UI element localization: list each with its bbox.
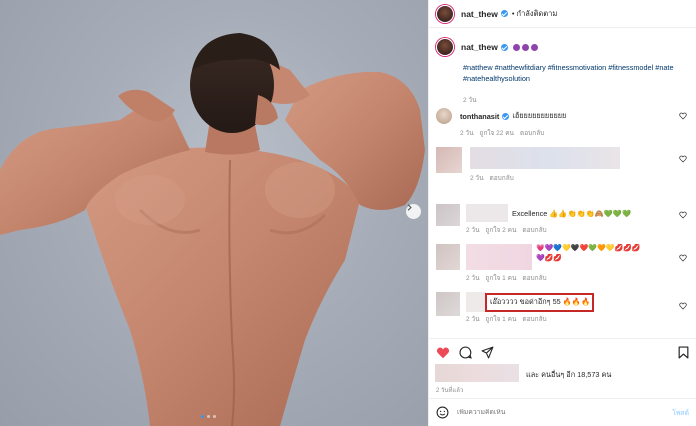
comment-time: 2 วัน [460, 130, 474, 137]
heart-icon [436, 346, 450, 358]
blurred-avatar [436, 244, 460, 270]
following-status[interactable]: • กำลังติดตาม [512, 8, 558, 20]
carousel-dot [207, 415, 210, 418]
comment-button[interactable] [458, 346, 472, 360]
emoji-icon [530, 43, 538, 51]
like-comment-icon[interactable] [679, 112, 687, 120]
comment-time: 2 วัน [466, 275, 480, 282]
post-header: nat_thew • กำลังติดตาม [429, 0, 696, 28]
carousel-dot [201, 415, 204, 418]
verified-icon [500, 43, 508, 51]
reply-button[interactable]: ตอบกลับ [520, 128, 544, 138]
comment-likes[interactable]: ถูกใจ 2 คน [486, 225, 517, 235]
username-link[interactable]: nat_thew [461, 42, 498, 52]
carousel-next-button[interactable] [406, 204, 421, 219]
post-caption: nat_thew #natthew #natthewfitdiary #fitn… [436, 38, 690, 105]
comment-text: 💗💜💙💛🖤❤️💚🧡💛💋💋💋💜💋💋 [536, 245, 641, 262]
caption-emojis [512, 43, 538, 51]
blurred-comment-text [470, 147, 620, 169]
avatar[interactable] [436, 38, 454, 56]
comment-username[interactable]: tonthanasit [460, 112, 499, 121]
post-action-bar [429, 338, 696, 366]
comment-text: เอ๊อวววว ขอด่าอีกๆ 55 🔥🔥🔥 [490, 297, 591, 306]
paper-plane-icon [481, 346, 493, 359]
caption-hashtags[interactable]: #natthew #natthewfitdiary #fitnessmotiva… [463, 62, 690, 84]
chevron-right-icon [407, 204, 412, 211]
like-comment-icon[interactable] [679, 211, 687, 219]
reply-button[interactable]: ตอบกลับ [522, 225, 546, 235]
like-comment-icon[interactable] [679, 302, 687, 310]
post-age: 2 วันที่แล้ว [436, 388, 464, 394]
post-sidebar: nat_thew • กำลังติดตาม nat_thew #natthew… [428, 0, 696, 426]
comment-item: 💗💜💙💛🖤❤️💚🧡💛💋💋💋💜💋💋 2 วัน ถูกใจ 1 คน ตอบกลั… [436, 244, 690, 283]
smiley-icon[interactable] [436, 406, 449, 419]
blurred-avatar [436, 204, 460, 226]
emoji-icon [512, 43, 520, 51]
comment-likes[interactable]: ถูกใจ 1 คน [486, 314, 517, 324]
share-button[interactable] [480, 346, 494, 360]
save-button[interactable] [676, 346, 690, 360]
comment-likes[interactable]: ถูกใจ 1 คน [486, 273, 517, 283]
username-link[interactable]: nat_thew [461, 9, 498, 19]
comment-composer: โพสต์ [429, 398, 696, 426]
emoji-icon [521, 43, 529, 51]
comment-item: 2 วัน ตอบกลับ [436, 147, 690, 183]
verified-icon [500, 10, 508, 17]
comment-time: 2 วัน [470, 175, 484, 182]
blurred-username [466, 204, 508, 222]
blurred-username [466, 244, 532, 270]
like-button[interactable] [436, 346, 450, 360]
comment-text: เฮ้ยยยยยยยยยยย [512, 111, 567, 120]
verified-icon [502, 113, 510, 120]
avatar[interactable] [436, 4, 454, 23]
likes-count[interactable]: และ คนอื่นๆ อีก 18,573 คน [526, 370, 611, 381]
like-comment-icon[interactable] [679, 254, 687, 262]
blurred-avatar [436, 147, 462, 173]
reply-button[interactable]: ตอบกลับ [522, 314, 546, 324]
post-media[interactable] [0, 0, 428, 426]
comment-item: Excellence 👍👍👏👏👏🙈💚💚💚 2 วัน ถูกใจ 2 คน ตอ… [436, 204, 690, 235]
carousel-indicator [201, 415, 216, 418]
comment-time: 2 วัน [466, 227, 480, 234]
carousel-dot [213, 415, 216, 418]
post-photo [0, 33, 425, 426]
caption-timestamp: 2 วัน [463, 97, 477, 104]
reply-button[interactable]: ตอบกลับ [490, 173, 514, 183]
comment-text: Excellence 👍👍👏👏👏🙈💚💚💚 [512, 208, 632, 218]
comment-likes[interactable]: ถูกใจ 22 คน [480, 128, 515, 138]
comment-time: 2 วัน [466, 316, 480, 323]
highlighted-comment: เอ๊อวววว ขอด่าอีกๆ 55 🔥🔥🔥 [485, 293, 594, 312]
comment-bubble-icon [458, 346, 472, 359]
like-comment-icon[interactable] [679, 155, 687, 163]
post-comment-button[interactable]: โพสต์ [672, 407, 689, 418]
bookmark-icon [678, 346, 688, 359]
avatar[interactable] [436, 108, 452, 124]
blurred-username [466, 292, 486, 312]
blurred-avatar [436, 292, 460, 316]
reply-button[interactable]: ตอบกลับ [522, 273, 546, 283]
comment-input[interactable] [457, 409, 637, 416]
blurred-likers [435, 364, 519, 382]
comment-item: tonthanasit เฮ้ยยยยยยยยยยย 2 วัน ถูกใจ 2… [436, 108, 690, 138]
